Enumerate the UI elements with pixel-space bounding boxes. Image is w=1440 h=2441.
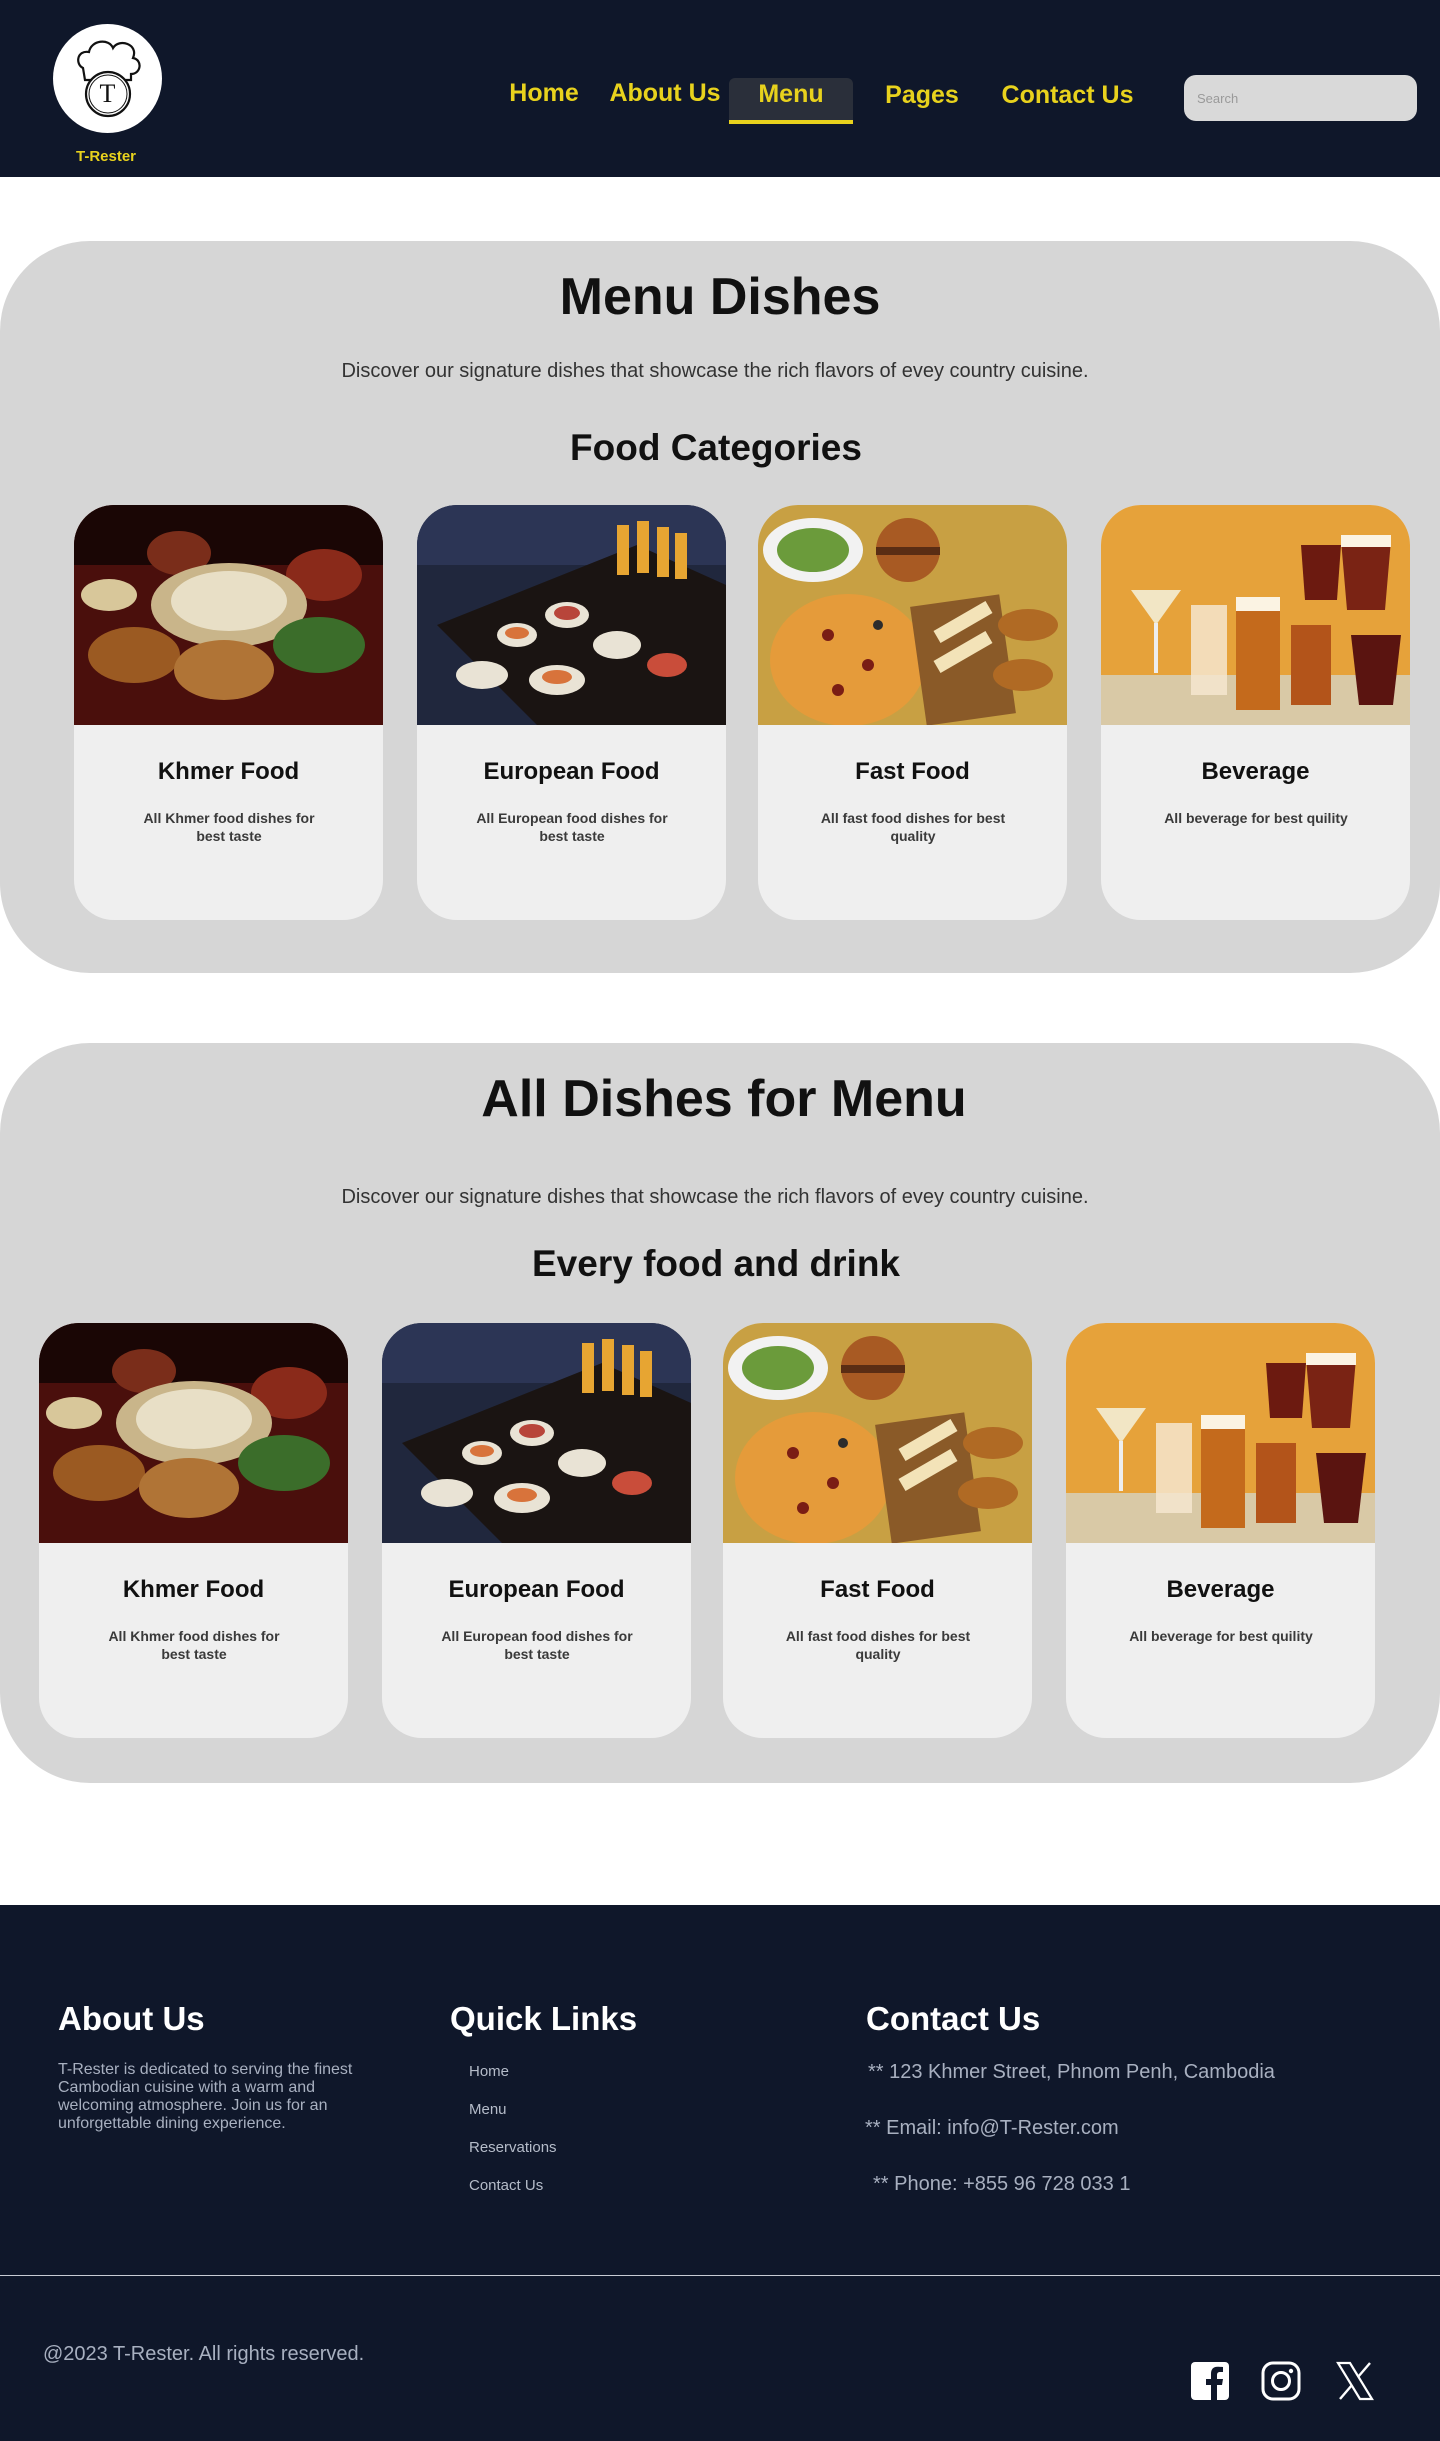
section-description: Discover our signature dishes that showc…	[341, 1186, 1089, 1208]
footer-links-title: Quick Links	[450, 2000, 638, 2037]
facebook-icon[interactable]	[1189, 2360, 1231, 2402]
section-title: Menu Dishes	[559, 268, 881, 326]
card-title: Fast Food	[820, 1576, 935, 1603]
card-description: All Khmer food dishes for best taste	[143, 810, 315, 844]
footer-link-reservations[interactable]: Reservations	[469, 2139, 557, 2156]
section-title: All Dishes for Menu	[481, 1070, 967, 1128]
footer-link-contact[interactable]: Contact Us	[469, 2177, 543, 2194]
category-card-fast-food[interactable]: Fast Food All fast food dishes for best …	[758, 505, 1067, 920]
european-food-image	[417, 505, 726, 725]
site-footer: About Us T-Rester is dedicated to servin…	[0, 1905, 1440, 2441]
footer-contact-title: Contact Us	[866, 2000, 1041, 2037]
card-title: Beverage	[1201, 758, 1310, 785]
card-description: All beverage for best quility	[1129, 1628, 1313, 1644]
logo-letter: T	[99, 79, 116, 108]
copyright: @2023 T-Rester. All rights reserved.	[43, 2343, 365, 2365]
nav-pages[interactable]: Pages	[873, 78, 971, 116]
brand-name: T-Rester	[75, 148, 137, 165]
category-card-beverage[interactable]: Beverage All beverage for best quility	[1101, 505, 1410, 920]
khmer-food-image	[39, 1323, 348, 1543]
card-description: All fast food dishes for best quality	[820, 810, 1006, 844]
card-title: European Food	[483, 758, 660, 785]
fast-food-image	[723, 1323, 1032, 1543]
fast-food-image	[758, 505, 1067, 725]
all-dishes-section: All Dishes for Menu Discover our signatu…	[0, 1043, 1440, 1783]
card-description: All European food dishes for best taste	[476, 810, 668, 844]
footer-link-home[interactable]: Home	[469, 2063, 509, 2080]
card-description: All beverage for best quility	[1164, 810, 1348, 826]
search-input[interactable]	[1184, 75, 1417, 121]
european-food-image	[382, 1323, 691, 1543]
instagram-icon[interactable]	[1260, 2360, 1302, 2402]
every-food-heading: Every food and drink	[531, 1243, 900, 1284]
category-card-khmer[interactable]: Khmer Food All Khmer food dishes for bes…	[74, 505, 383, 920]
card-title: Beverage	[1166, 1576, 1275, 1603]
footer-link-menu[interactable]: Menu	[469, 2101, 507, 2118]
nav-menu[interactable]: Menu	[729, 78, 853, 124]
section-description: Discover our signature dishes that showc…	[341, 360, 1089, 382]
dish-card-beverage[interactable]: Beverage All beverage for best quility	[1066, 1323, 1375, 1738]
dish-card-khmer[interactable]: Khmer Food All Khmer food dishes for bes…	[39, 1323, 348, 1738]
khmer-food-image	[74, 505, 383, 725]
category-card-european[interactable]: European Food All European food dishes f…	[417, 505, 726, 920]
footer-divider	[0, 2275, 1440, 2276]
chef-hat-logo[interactable]: T	[53, 24, 162, 133]
card-description: All fast food dishes for best quality	[785, 1628, 971, 1662]
footer-email: ** Email: info@T-Rester.com	[865, 2117, 1119, 2139]
menu-dishes-section: Menu Dishes Discover our signature dishe…	[0, 241, 1440, 973]
dish-card-european[interactable]: European Food All European food dishes f…	[382, 1323, 691, 1738]
nav-contact-us[interactable]: Contact Us	[995, 78, 1140, 116]
card-title: Fast Food	[855, 758, 970, 785]
food-categories-heading: Food Categories	[570, 427, 862, 468]
footer-address: ** 123 Khmer Street, Phnom Penh, Cambodi…	[868, 2061, 1275, 2083]
card-title: European Food	[448, 1576, 625, 1603]
footer-phone: ** Phone: +855 96 728 033 1	[873, 2173, 1131, 2195]
nav-about-us[interactable]: About Us	[605, 76, 725, 114]
site-header: T T-Rester Home About Us Menu Pages Cont…	[0, 0, 1440, 177]
card-description: All Khmer food dishes for best taste	[108, 1628, 280, 1662]
footer-about-title: About Us	[58, 2000, 205, 2037]
beverage-image	[1101, 505, 1410, 725]
beverage-image	[1066, 1323, 1375, 1543]
card-title: Khmer Food	[157, 758, 300, 785]
card-description: All European food dishes for best taste	[441, 1628, 633, 1662]
dish-card-fast-food[interactable]: Fast Food All fast food dishes for best …	[723, 1323, 1032, 1738]
x-icon[interactable]	[1334, 2360, 1376, 2402]
footer-about-text: T-Rester is dedicated to serving the fin…	[58, 2061, 353, 2132]
card-title: Khmer Food	[122, 1576, 265, 1603]
nav-home[interactable]: Home	[500, 76, 588, 114]
